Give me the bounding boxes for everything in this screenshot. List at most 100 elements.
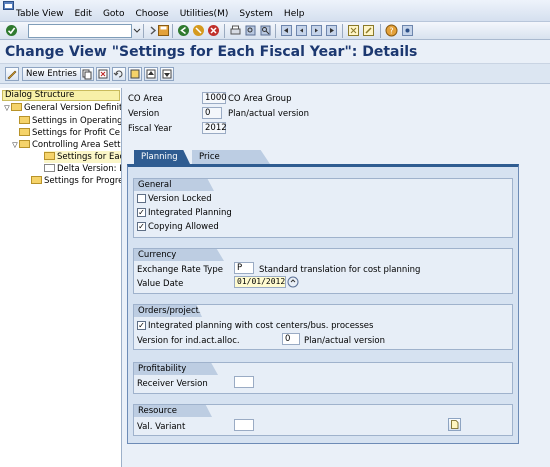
profitability-analysis-group: Profitability Analysis (133, 362, 513, 394)
new-entries-button[interactable]: New Entries (22, 67, 81, 81)
version-locked-checkbox[interactable] (137, 194, 146, 203)
group-title: Currency translation (134, 249, 224, 261)
menu-table-view[interactable]: Table View (13, 9, 67, 19)
group-title: Resource planning (134, 405, 212, 417)
fiscal-year-field[interactable]: 2012 (202, 122, 227, 134)
select-all-icon[interactable] (128, 67, 142, 81)
command-dropdown-icon[interactable] (133, 24, 141, 37)
svg-text:?: ? (389, 27, 393, 36)
receiver-version-field[interactable] (234, 376, 254, 388)
tree-item-settings-operating[interactable]: Settings in Operating (19, 115, 121, 127)
next-entry-icon[interactable] (160, 67, 174, 81)
tree-item-label: Settings for Profit Ce (32, 128, 120, 138)
tree-item-label: Delta Version: Bu (57, 164, 121, 174)
customize-layout-icon[interactable] (401, 24, 414, 37)
integrated-planning-cost-centers-label: Integrated planning with cost centers/bu… (148, 321, 374, 331)
val-variant-field[interactable] (234, 419, 254, 431)
shortcut-icon[interactable] (362, 24, 375, 37)
tree-item-delta-version[interactable]: Delta Version: Bu (44, 163, 121, 175)
menu-help[interactable]: Help (281, 9, 308, 19)
co-area-label: CO Area (128, 94, 163, 104)
copy-as-icon[interactable] (80, 67, 94, 81)
copying-allowed-label: Copying Allowed (148, 222, 219, 232)
menu: Table View Edit Goto Choose Utilities(M)… (13, 9, 312, 19)
co-area-field[interactable]: 1000 (202, 92, 227, 104)
tree-item-label: General Version Definitic (24, 103, 121, 113)
delete-icon[interactable] (96, 67, 110, 81)
dialog-structure-panel: Dialog Structure ▽ General Version Defini… (0, 88, 122, 467)
collapse-icon[interactable]: ▽ (3, 102, 11, 114)
exit-icon[interactable] (192, 24, 205, 37)
menu-edit[interactable]: Edit (72, 9, 95, 19)
value-date-label: Value Date (137, 279, 184, 289)
enter-check-icon[interactable] (5, 24, 18, 37)
version-ind-act-alloc-description: Plan/actual version (304, 336, 385, 346)
tab-planning[interactable]: Planning (134, 150, 190, 164)
receiver-version-label: Receiver Version (137, 379, 208, 389)
folder-icon (19, 127, 30, 136)
calendar-picker-icon[interactable] (287, 276, 299, 288)
tree-item-settings-profit-center[interactable]: Settings for Profit Ce (19, 127, 121, 139)
menu-goto[interactable]: Goto (100, 9, 128, 19)
print-icon[interactable] (229, 24, 242, 37)
back-icon[interactable] (177, 24, 190, 37)
folder-icon (11, 102, 22, 111)
new-session-icon[interactable] (347, 24, 360, 37)
version-ind-act-alloc-field[interactable]: 0 (282, 333, 300, 345)
next-page-icon[interactable] (310, 24, 323, 37)
standard-toolbar: ? (0, 22, 550, 40)
tree-item-settings-progress[interactable]: Settings for Progress (31, 175, 121, 187)
tree-item-label: Controlling Area Setti (32, 140, 121, 150)
tab-price-calculation[interactable]: Price calculation (192, 150, 270, 164)
cancel-icon[interactable] (207, 24, 220, 37)
help-icon[interactable]: ? (385, 24, 398, 37)
tree-item-settings-each-fiscal-year[interactable]: Settings for Each (44, 151, 121, 163)
val-variant-label: Val. Variant (137, 422, 186, 432)
menu-bar: Table View Edit Goto Choose Utilities(M)… (0, 0, 550, 22)
first-page-icon[interactable] (280, 24, 293, 37)
version-field[interactable]: 0 (202, 107, 222, 119)
value-date-field[interactable]: 01/01/2012 (234, 276, 286, 288)
find-next-icon[interactable] (259, 24, 272, 37)
exchange-rate-type-label: Exchange Rate Type (137, 265, 223, 275)
integrated-planning-label: Integrated Planning (148, 208, 232, 218)
exchange-rate-description: Standard translation for cost planning (259, 265, 421, 275)
tree-item-label: Settings for Each (57, 152, 121, 162)
tree-item-label: Settings for Progress (44, 176, 121, 186)
last-page-icon[interactable] (325, 24, 338, 37)
version-ind-act-alloc-label: Version for ind.act.alloc. (137, 336, 240, 346)
collapse-icon[interactable]: ▽ (11, 139, 19, 151)
copying-allowed-checkbox[interactable] (137, 222, 146, 231)
tree-item-controlling-area[interactable]: ▽ Controlling Area Setti (11, 139, 121, 151)
previous-entry-icon[interactable] (144, 67, 158, 81)
menu-utilities[interactable]: Utilities(M) (177, 9, 232, 19)
group-title: Orders/projects (134, 305, 202, 317)
dialog-structure-header: Dialog Structure (2, 90, 120, 101)
tree-item-label: Settings in Operating (32, 116, 121, 126)
folder-icon (19, 139, 30, 148)
prev-page-icon[interactable] (295, 24, 308, 37)
folder-icon (44, 151, 55, 160)
fiscal-year-label: Fiscal Year (128, 124, 173, 134)
integrated-planning-checkbox[interactable] (137, 208, 146, 217)
tree-item-general-version[interactable]: ▽ General Version Definitic (3, 102, 121, 114)
application-toolbar: New Entries (0, 64, 550, 84)
menu-choose[interactable]: Choose (132, 9, 171, 19)
change-display-icon[interactable] (5, 67, 19, 81)
save-icon[interactable] (157, 24, 170, 37)
exchange-rate-type-field[interactable]: P (234, 262, 254, 274)
folder-icon (19, 115, 30, 124)
undo-change-icon[interactable] (112, 67, 126, 81)
document-details-icon[interactable] (448, 418, 461, 431)
find-icon[interactable] (244, 24, 257, 37)
folder-icon (31, 175, 42, 184)
integrated-planning-cost-centers-checkbox[interactable] (137, 321, 146, 330)
group-title: Profitability Analysis (134, 363, 218, 375)
document-icon (44, 163, 55, 172)
group-title: General indicators (134, 179, 214, 191)
command-field[interactable] (28, 24, 132, 38)
co-area-description: CO Area Group (228, 94, 292, 104)
version-locked-label: Version Locked (148, 194, 212, 204)
menu-system[interactable]: System (236, 9, 276, 19)
page-title: Change View "Settings for Each Fiscal Ye… (5, 44, 418, 60)
